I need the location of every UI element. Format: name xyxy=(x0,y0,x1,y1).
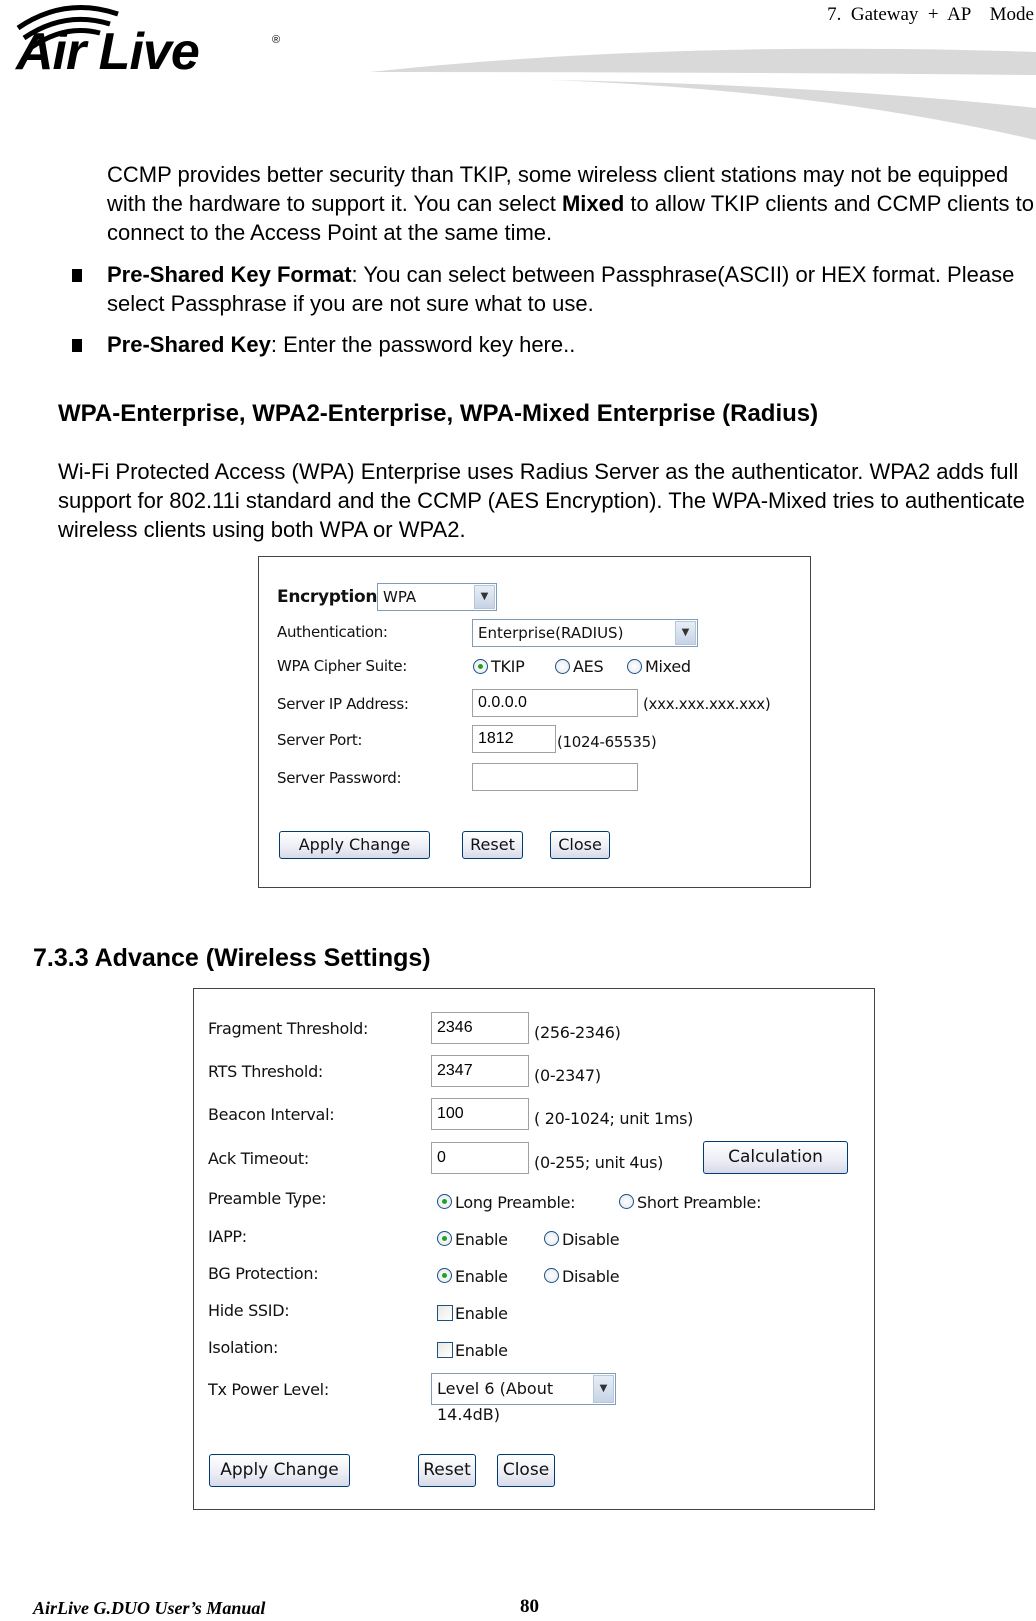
bg-protection-label: BG Protection: xyxy=(208,1264,319,1283)
close-button[interactable]: Close xyxy=(497,1454,555,1487)
cipher-aes-label: AES xyxy=(573,657,604,676)
calculation-button[interactable]: Calculation xyxy=(703,1141,848,1174)
beacon-interval-label: Beacon Interval: xyxy=(208,1105,335,1124)
ack-timeout-hint: (0-255; unit 4us) xyxy=(534,1153,664,1172)
isolation-checkbox[interactable] xyxy=(437,1342,453,1358)
server-password-input[interactable] xyxy=(472,763,638,791)
bullet-square-icon xyxy=(72,269,82,282)
authentication-value: Enterprise(RADIUS) xyxy=(478,624,624,642)
bg-protection-disable-label: Disable xyxy=(562,1267,620,1286)
header-swoosh-decoration xyxy=(370,48,1036,140)
wpa-enterprise-screenshot: Encryption: WPA ▼ Authentication: Enterp… xyxy=(258,556,811,888)
bullet-text: : Enter the password key here.. xyxy=(270,332,576,357)
apply-change-button[interactable]: Apply Change xyxy=(279,831,430,859)
chevron-down-icon[interactable]: ▼ xyxy=(675,621,696,645)
short-preamble-radio[interactable] xyxy=(619,1194,634,1209)
tx-power-select[interactable]: Level 6 (About 14.4dB) ▼ xyxy=(431,1373,616,1424)
hide-ssid-checkbox[interactable] xyxy=(437,1305,453,1321)
server-port-input[interactable] xyxy=(472,725,556,753)
rts-threshold-hint: (0-2347) xyxy=(534,1066,601,1085)
mixed-term: Mixed xyxy=(561,191,625,216)
encryption-label: Encryption: xyxy=(277,587,384,607)
airlive-logo: Air Live ® xyxy=(10,0,295,81)
hide-ssid-option-label: Enable xyxy=(455,1304,508,1323)
chevron-down-icon[interactable]: ▼ xyxy=(474,585,495,609)
cipher-mixed-radio[interactable] xyxy=(627,659,642,674)
manual-title: AirLive G.DUO User’s Manual xyxy=(33,1598,266,1618)
fragment-threshold-hint: (256-2346) xyxy=(534,1023,621,1042)
iapp-enable-radio[interactable] xyxy=(437,1231,452,1246)
isolation-option-label: Enable xyxy=(455,1341,508,1360)
encryption-select[interactable]: WPA ▼ xyxy=(377,583,497,611)
cipher-tkip-label: TKIP xyxy=(491,657,525,676)
ack-timeout-label: Ack Timeout: xyxy=(208,1149,309,1168)
bg-protection-disable-radio[interactable] xyxy=(544,1268,559,1283)
server-ip-label: Server IP Address: xyxy=(277,695,409,713)
bullet-psk-format: Pre-Shared Key Format: You can select be… xyxy=(72,260,1032,320)
advanced-wireless-screenshot: Fragment Threshold: (256-2346) RTS Thres… xyxy=(193,988,875,1510)
cipher-mixed-label: Mixed xyxy=(645,657,691,676)
server-port-hint: (1024-65535) xyxy=(557,733,657,751)
server-port-label: Server Port: xyxy=(277,731,363,749)
bullet-psk: Pre-Shared Key: Enter the password key h… xyxy=(72,330,1032,360)
tx-power-label: Tx Power Level: xyxy=(208,1380,329,1399)
advance-settings-heading: 7.3.3 Advance (Wireless Settings) xyxy=(33,944,431,972)
reset-button[interactable]: Reset xyxy=(462,831,523,859)
cipher-aes-radio[interactable] xyxy=(555,659,570,674)
wpa-enterprise-paragraph: Wi-Fi Protected Access (WPA) Enterprise … xyxy=(58,459,1025,542)
bullet-term: Pre-Shared Key Format xyxy=(107,262,352,287)
bg-protection-enable-label: Enable xyxy=(455,1267,508,1286)
fragment-threshold-input[interactable] xyxy=(431,1012,529,1044)
authentication-select[interactable]: Enterprise(RADIUS) ▼ xyxy=(472,619,698,647)
short-preamble-label: Short Preamble: xyxy=(637,1193,762,1212)
page-number: 80 xyxy=(520,1596,539,1617)
apply-change-button[interactable]: Apply Change xyxy=(209,1454,350,1487)
chapter-title: 7. Gateway + AP Mode xyxy=(827,4,1034,25)
server-ip-hint: (xxx.xxx.xxx.xxx) xyxy=(643,695,771,713)
iapp-disable-label: Disable xyxy=(562,1230,620,1249)
rts-threshold-label: RTS Threshold: xyxy=(208,1062,324,1081)
ack-timeout-input[interactable] xyxy=(431,1142,529,1174)
beacon-interval-input[interactable] xyxy=(431,1098,529,1130)
cipher-tkip-radio[interactable] xyxy=(473,659,488,674)
isolation-label: Isolation: xyxy=(208,1338,279,1357)
authentication-label: Authentication: xyxy=(277,623,388,641)
wpa-enterprise-heading: WPA-Enterprise, WPA2-Enterprise, WPA-Mix… xyxy=(58,400,819,427)
iapp-enable-label: Enable xyxy=(455,1230,508,1249)
iapp-disable-radio[interactable] xyxy=(544,1231,559,1246)
reset-button[interactable]: Reset xyxy=(418,1454,476,1487)
bullet-term: Pre-Shared Key xyxy=(107,332,271,357)
tx-power-value: Level 6 (About 14.4dB) xyxy=(437,1379,554,1424)
fragment-threshold-label: Fragment Threshold: xyxy=(208,1019,369,1038)
hide-ssid-label: Hide SSID: xyxy=(208,1301,290,1320)
beacon-interval-hint: ( 20-1024; unit 1ms) xyxy=(534,1109,694,1128)
registered-mark: ® xyxy=(272,34,281,46)
close-button[interactable]: Close xyxy=(550,831,610,859)
chevron-down-icon[interactable]: ▼ xyxy=(593,1375,614,1403)
logo-text: Air Live xyxy=(16,23,200,81)
encryption-value: WPA xyxy=(383,588,417,606)
cipher-suite-label: WPA Cipher Suite: xyxy=(277,657,408,675)
cipher-paragraph: CCMP provides better security than TKIP,… xyxy=(107,160,1036,247)
server-ip-input[interactable] xyxy=(472,689,638,717)
rts-threshold-input[interactable] xyxy=(431,1055,529,1087)
long-preamble-label: Long Preamble: xyxy=(455,1193,576,1212)
preamble-type-label: Preamble Type: xyxy=(208,1189,327,1208)
long-preamble-radio[interactable] xyxy=(437,1194,452,1209)
iapp-label: IAPP: xyxy=(208,1227,247,1246)
server-password-label: Server Password: xyxy=(277,769,402,787)
bullet-square-icon xyxy=(72,339,82,352)
bg-protection-enable-radio[interactable] xyxy=(437,1268,452,1283)
